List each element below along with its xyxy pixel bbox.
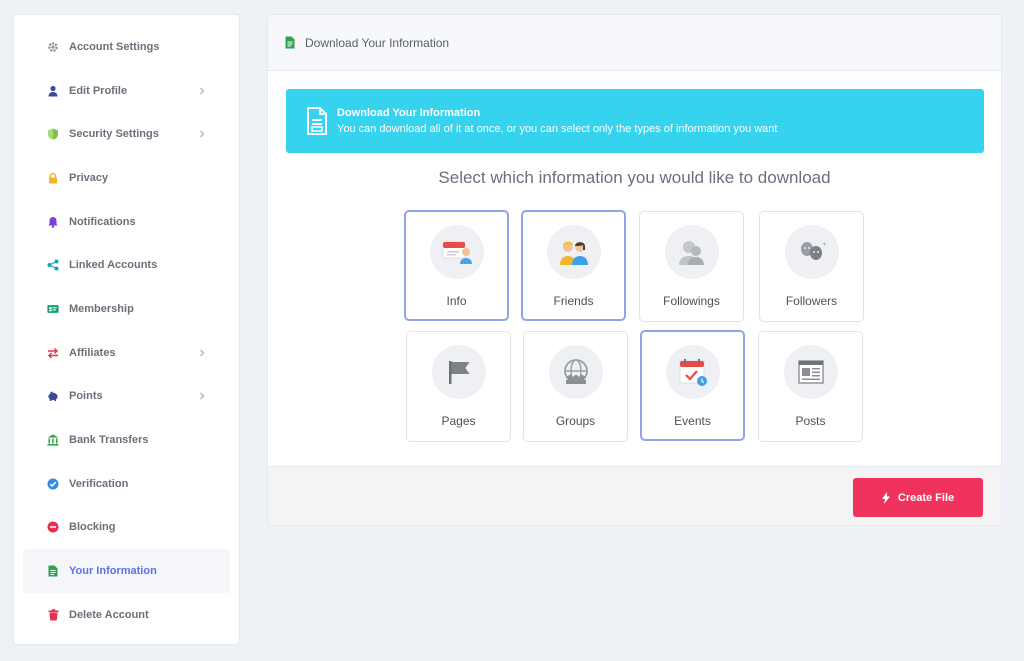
sidebar-item-label: Affiliates [69, 346, 116, 359]
card-info[interactable]: Info [404, 210, 509, 321]
sidebar-item-label: Points [69, 390, 103, 403]
followings-icon [664, 225, 719, 279]
newspaper-icon [783, 345, 838, 399]
chevron-right-icon [196, 85, 208, 97]
alert-title: Download Your Information [337, 107, 481, 119]
card-pages[interactable]: Pages [406, 331, 511, 442]
sidebar-item-label: Bank Transfers [69, 434, 149, 447]
sidebar-item-edit-profile[interactable]: Edit Profile [23, 69, 230, 113]
create-file-label: Create File [897, 491, 955, 504]
followers-icon: + [784, 225, 839, 279]
sidebar-item-label: Membership [69, 302, 134, 315]
sidebar-item-label: Blocking [69, 521, 116, 534]
sidebar-item-bank-transfers[interactable]: Bank Transfers [23, 418, 230, 462]
card-followers[interactable]: + Followers [759, 211, 864, 322]
calendar-icon [665, 345, 720, 399]
sidebar-item-account-settings[interactable]: Account Settings [23, 25, 230, 69]
piggy-bank-icon [47, 390, 59, 402]
sidebar-item-your-information[interactable]: Your Information [23, 549, 230, 593]
card-label: Events [674, 414, 711, 428]
alert-text: You can download all of it at once, or y… [337, 123, 778, 135]
share-icon [47, 259, 59, 271]
sidebar-item-label: Edit Profile [69, 84, 128, 97]
settings-sidebar: Account Settings Edit Profile Security S… [13, 14, 240, 645]
sidebar-item-security-settings[interactable]: Security Settings [23, 112, 230, 156]
info-alert: Download Your Information You can downlo… [286, 89, 984, 153]
sidebar-item-delete-account[interactable]: Delete Account [23, 593, 230, 637]
bell-icon [47, 216, 59, 228]
file-icon [47, 565, 59, 577]
sidebar-item-points[interactable]: Points [23, 375, 230, 419]
sidebar-item-blocking[interactable]: Blocking [23, 506, 230, 550]
flag-icon [431, 345, 486, 399]
sidebar-item-label: Account Settings [69, 40, 160, 53]
sidebar-item-label: Security Settings [69, 128, 159, 141]
card-label: Info [446, 294, 467, 308]
document-icon [306, 107, 328, 135]
bolt-icon [881, 491, 892, 504]
card-label: Followings [663, 294, 720, 308]
card-label: Groups [555, 414, 596, 428]
panel-header: Download Your Information [268, 15, 1001, 71]
card-posts[interactable]: Posts [758, 331, 863, 442]
card-label: Friends [553, 294, 594, 308]
exchange-icon [47, 347, 59, 359]
minus-circle-icon [47, 521, 59, 533]
chevron-right-icon [196, 390, 208, 402]
bank-icon [47, 434, 59, 446]
check-circle-icon [47, 478, 59, 490]
card-label: Followers [785, 294, 838, 308]
sidebar-item-label: Privacy [69, 171, 109, 184]
hello-badge-icon [429, 225, 484, 279]
download-information-panel: Download Your Information Download Your … [267, 14, 1002, 526]
gear-icon [47, 41, 59, 53]
sidebar-item-label: Your Information [69, 565, 157, 578]
sidebar-item-membership[interactable]: Membership [23, 287, 230, 331]
create-file-button[interactable]: Create File [853, 478, 983, 517]
sidebar-item-label: Verification [69, 477, 129, 490]
card-events[interactable]: Events [640, 330, 745, 441]
panel-footer: Create File [268, 466, 1001, 525]
sidebar-item-privacy[interactable]: Privacy [23, 156, 230, 200]
id-card-icon [47, 303, 59, 315]
lock-icon [47, 172, 59, 184]
card-label: Pages [441, 414, 476, 428]
card-label: Posts [795, 414, 826, 428]
svg-text:+: + [822, 241, 827, 248]
panel-title: Download Your Information [305, 35, 450, 50]
chevron-right-icon [196, 128, 208, 140]
sidebar-item-notifications[interactable]: Notifications [23, 200, 230, 244]
sidebar-item-linked-accounts[interactable]: Linked Accounts [23, 243, 230, 287]
user-icon [47, 85, 59, 97]
sidebar-item-affiliates[interactable]: Affiliates [23, 331, 230, 375]
card-groups[interactable]: Groups [523, 331, 628, 442]
sidebar-item-verification[interactable]: Verification [23, 462, 230, 506]
globe-group-icon [548, 345, 603, 399]
friends-icon [546, 225, 601, 279]
card-followings[interactable]: Followings [639, 211, 744, 322]
sidebar-item-label: Delete Account [69, 608, 149, 621]
card-friends[interactable]: Friends [521, 210, 626, 321]
sidebar-item-label: Linked Accounts [69, 259, 158, 272]
sidebar-item-label: Notifications [69, 215, 136, 228]
trash-icon [47, 609, 59, 621]
select-heading: Select which information you would like … [438, 168, 831, 187]
chevron-right-icon [196, 347, 208, 359]
shield-icon [47, 128, 59, 140]
file-icon [285, 36, 297, 50]
